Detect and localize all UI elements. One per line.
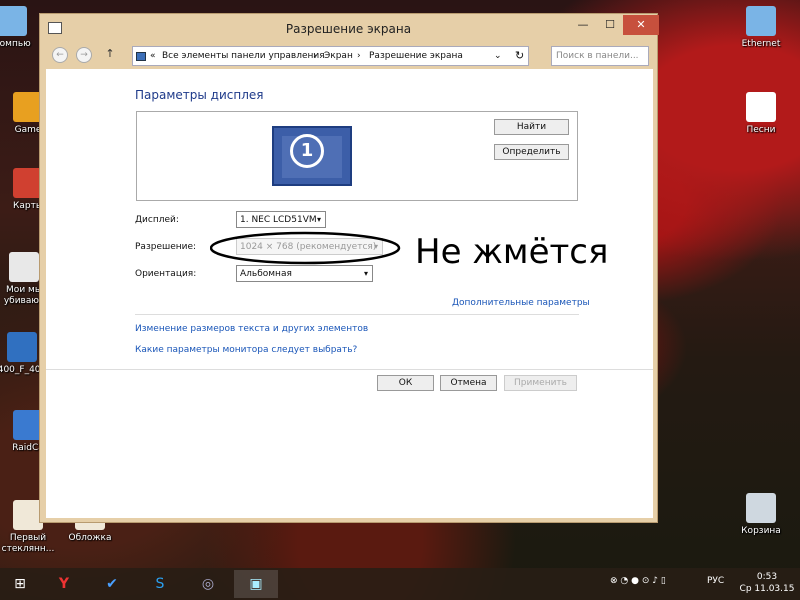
up-button[interactable]: ↑ [102, 47, 118, 63]
page-title: Параметры дисплея [135, 88, 264, 102]
divider [135, 314, 579, 315]
language-indicator[interactable]: РУС [707, 576, 724, 586]
orientation-label: Ориентация: [135, 269, 197, 279]
orientation-value: Альбомная [240, 269, 292, 279]
breadcrumb-item-screen[interactable]: Экран [324, 51, 353, 61]
bird-app-icon[interactable]: ✔ [90, 570, 134, 598]
control-panel-icon [136, 52, 146, 61]
address-dropdown[interactable]: ⌄ [494, 51, 502, 61]
desktop-icon-label: Ethernet [741, 39, 781, 49]
start-button[interactable]: ⊞ [0, 570, 40, 598]
desktop-icon[interactable]: Компью [0, 6, 44, 50]
identify-button[interactable]: Определить [494, 144, 569, 160]
display-value: 1. NEC LCD51VM [240, 215, 317, 225]
apply-button[interactable]: Применить [504, 375, 577, 391]
text-file-icon [746, 92, 776, 122]
close-button[interactable]: ✕ [623, 15, 659, 35]
breadcrumb-separator: › [357, 51, 361, 61]
display-select[interactable]: 1. NEC LCD51VM ▾ [236, 211, 326, 228]
monitor-number: 1 [290, 134, 324, 168]
image-file-icon [7, 332, 37, 362]
monitor-1-icon[interactable]: 1 [272, 126, 352, 186]
chevron-down-icon: ▾ [316, 215, 321, 224]
display-label: Дисплей: [135, 215, 179, 225]
desktop-icon-label: Обложка [68, 533, 112, 543]
skype-icon[interactable]: S [138, 570, 182, 598]
date: Ср 11.03.15 [739, 584, 795, 594]
resize-text-link[interactable]: Изменение размеров текста и других элеме… [135, 324, 368, 334]
resolution-select[interactable]: 1024 × 768 (рекомендуется) ▾ [236, 238, 383, 255]
resolution-label: Разрешение: [135, 242, 197, 252]
orientation-select[interactable]: Альбомная ▾ [236, 265, 373, 282]
address-bar: ← → ↑ « Все элементы панели управления ›… [46, 45, 653, 67]
divider [46, 369, 653, 370]
chevron-down-icon: ▾ [363, 269, 368, 278]
taskbar: ⊞ Y ✔ S ◎ ▣ ⊗ ◔ ● ⊙ ♪ ▯ РУС 0:53 Ср 11.0… [0, 568, 800, 600]
computer-icon [0, 6, 27, 36]
monitor-preview: 1 Найти Определить [136, 111, 578, 201]
recycle-bin-icon [746, 493, 776, 523]
cancel-button[interactable]: Отмена [440, 375, 497, 391]
desktop-icon-label: Компью [0, 39, 31, 49]
yandex-browser-icon[interactable]: Y [42, 570, 86, 598]
find-button[interactable]: Найти [494, 119, 569, 135]
advanced-settings-link[interactable]: Дополнительные параметры [452, 298, 590, 308]
disc-burner-icon[interactable]: ◎ [186, 570, 230, 598]
title-bar[interactable]: Разрешение экрана — ☐ ✕ [40, 14, 659, 45]
display-settings-icon[interactable]: ▣ [234, 570, 278, 598]
screen-resolution-window: Разрешение экрана — ☐ ✕ ← → ↑ « Все элем… [39, 13, 659, 523]
window-title: Разрешение экрана [285, 22, 412, 36]
forward-button[interactable]: → [76, 47, 92, 63]
clock[interactable]: 0:53 Ср 11.03.15 [736, 571, 798, 595]
maximize-button[interactable]: ☐ [597, 15, 623, 35]
breadcrumb-item-all[interactable]: Все элементы панели управления [162, 51, 325, 61]
which-settings-link[interactable]: Какие параметры монитора следует выбрать… [135, 345, 357, 355]
desktop-icon[interactable]: Песни [729, 92, 793, 136]
refresh-button[interactable]: ↻ [515, 49, 524, 62]
resolution-value: 1024 × 768 (рекомендуется) [240, 242, 377, 252]
ethernet-icon [746, 6, 776, 36]
desktop-icon[interactable]: Ethernet [729, 6, 793, 50]
desktop-icon-label: Песни [746, 125, 776, 135]
breadcrumb-chevron[interactable]: « [150, 51, 156, 61]
tray-icons[interactable]: ⊗ ◔ ● ⊙ ♪ ▯ [610, 576, 666, 586]
minimize-button[interactable]: — [569, 15, 597, 35]
time: 0:53 [756, 572, 778, 582]
content-pane: Параметры дисплея 1 Найти Определить Дис… [46, 69, 653, 518]
chevron-down-icon: ▾ [373, 242, 378, 251]
desktop-icon[interactable]: Корзина [729, 493, 793, 537]
back-button[interactable]: ← [52, 47, 68, 63]
breadcrumb-item-resolution[interactable]: Разрешение экрана [369, 51, 463, 61]
breadcrumb[interactable]: « Все элементы панели управления › Экран… [132, 46, 529, 66]
search-input[interactable]: Поиск в панели... [551, 46, 649, 66]
desktop-icon-label: Корзина [741, 526, 781, 536]
breadcrumb-separator: › [313, 51, 317, 61]
ok-button[interactable]: ОК [377, 375, 434, 391]
desktop-icon-label: Первый стеклянн... [1, 533, 55, 554]
mp3-file-icon [9, 252, 39, 282]
